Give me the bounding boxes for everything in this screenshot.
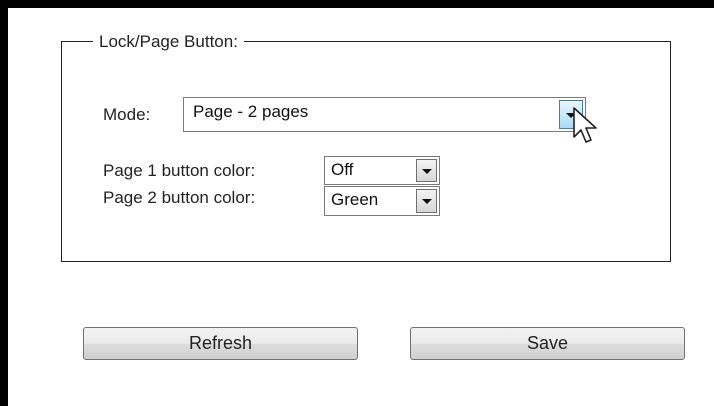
mode-label: Mode: [103,105,151,124]
lock-page-button-group: Lock/Page Button: [61,32,671,262]
settings-panel: Lock/Page Button: Mode: Page - 2 pages P… [8,8,714,406]
mode-select[interactable]: Page - 2 pages [183,97,586,132]
chevron-down-icon[interactable] [416,189,437,213]
refresh-button[interactable]: Refresh [83,327,358,360]
mode-select-value: Page - 2 pages [193,102,309,121]
page1-color-select[interactable]: Off [324,156,440,185]
page2-color-label: Page 2 button color: [103,188,256,207]
page1-color-label: Page 1 button color: [103,161,256,180]
group-legend: Lock/Page Button: [93,32,244,52]
page2-color-select[interactable]: Green [324,186,440,216]
page2-color-value: Green [331,190,379,209]
chevron-down-icon[interactable] [416,159,437,182]
mouse-pointer-icon [573,107,597,143]
page1-color-value: Off [331,160,354,179]
save-button[interactable]: Save [410,327,685,360]
